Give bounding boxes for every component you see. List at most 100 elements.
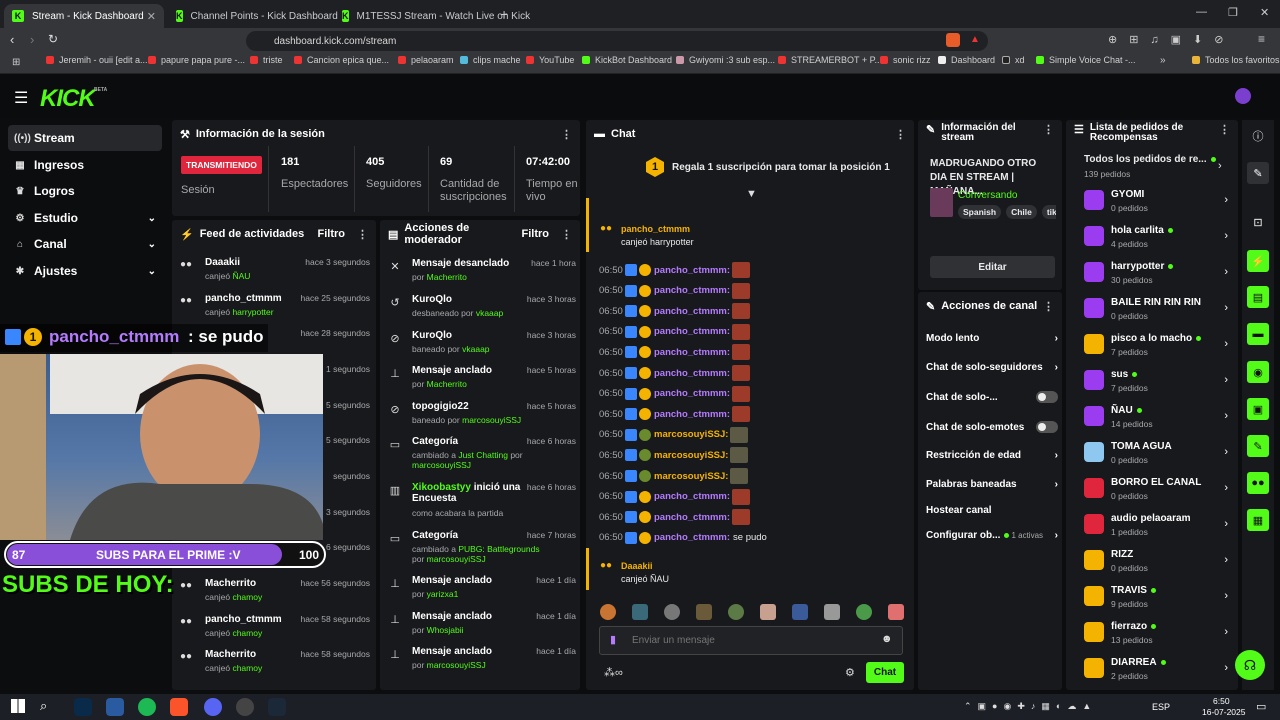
chat-username[interactable]: pancho_ctmmm: (654, 512, 730, 523)
info-icon[interactable]: ⓘ (1247, 125, 1269, 147)
bookmark-item[interactable]: KickBot Dashboard (582, 55, 672, 65)
chat-username[interactable]: pancho_ctmmm: (654, 368, 730, 379)
event-user[interactable]: pancho_ctmmm (621, 224, 690, 234)
emote-icon[interactable] (888, 604, 904, 620)
emote-icon[interactable] (728, 604, 744, 620)
host-channel-item[interactable]: Hostear canal (926, 505, 1058, 516)
more-bookmarks-icon[interactable]: » (1160, 55, 1166, 66)
app-icon[interactable] (106, 698, 124, 716)
bookmark-item[interactable]: xd (1002, 55, 1025, 65)
brave-shield-icon[interactable] (946, 33, 960, 47)
chevron-right-icon[interactable]: › (1218, 160, 1222, 172)
reward-item[interactable]: GYOMI 0 pedidos › (1084, 186, 1228, 222)
bookmark-item[interactable]: sonic rizz (880, 55, 931, 65)
event-user[interactable]: Daaakii (621, 561, 653, 571)
maximize-icon[interactable]: ❐ (1228, 6, 1238, 19)
chat-username[interactable]: pancho_ctmmm: (654, 285, 730, 296)
discord-icon[interactable] (204, 698, 222, 716)
chat-username[interactable]: marcosouyiSSJ: (654, 471, 728, 482)
chat-username[interactable]: pancho_ctmmm: (654, 388, 730, 399)
more-options-icon[interactable]: ⋮ (1043, 123, 1054, 136)
slow-mode-item[interactable]: Modo lento › (926, 333, 1058, 344)
send-chat-button[interactable]: Chat (866, 662, 904, 683)
sidebar-item-logros[interactable]: ♛ Logros (8, 178, 162, 204)
menu-icon[interactable]: ☰ (14, 88, 28, 108)
clapper-icon[interactable]: ▦ (1247, 509, 1269, 531)
reload-icon[interactable]: ↻ (48, 32, 58, 46)
notifications-icon[interactable]: ▭ (1256, 700, 1266, 713)
sidebar-item-ingresos[interactable]: ▦ Ingresos (8, 152, 162, 178)
bookmark-item[interactable]: Jeremih - ouii [edit a... (46, 55, 148, 65)
mic-icon[interactable]: ▮ (610, 633, 616, 646)
browser-menu-icon[interactable]: ≡ (1258, 32, 1265, 46)
url-input[interactable]: dashboard.kick.com/stream (246, 31, 988, 51)
photoshop-icon[interactable] (74, 698, 92, 716)
sidebar-item-stream[interactable]: ((•)) Stream (8, 125, 162, 151)
reward-item[interactable]: ÑAU 14 pedidos › (1084, 402, 1228, 438)
reward-item[interactable]: sus 7 pedidos › (1084, 366, 1228, 402)
emoji-icon[interactable]: ☻ (881, 633, 893, 645)
more-options-icon[interactable]: ⋮ (1043, 300, 1054, 313)
reward-item[interactable]: TOMA AGUA 0 pedidos › (1084, 438, 1228, 474)
sidebar-item-estudio[interactable]: ⚙ Estudio ⌄ (8, 205, 162, 231)
emote-icon[interactable] (824, 604, 840, 620)
reward-item[interactable]: RIZZ 0 pedidos › (1084, 546, 1228, 582)
chat-username[interactable]: marcosouyiSSJ: (654, 450, 728, 461)
reward-item[interactable]: harrypotter 30 pedidos › (1084, 258, 1228, 294)
minimize-icon[interactable]: — (1196, 6, 1207, 18)
brave-rewards-icon[interactable]: ▲ (970, 34, 980, 45)
bookmark-item[interactable]: Cancion epica que... (294, 55, 389, 65)
bookmark-item[interactable]: clips mache (460, 55, 521, 65)
new-tab-icon[interactable]: + (500, 6, 508, 22)
stream-info-icon[interactable]: ▣ (1247, 398, 1269, 420)
bookmark-item[interactable]: triste (250, 55, 283, 65)
chat-username[interactable]: pancho_ctmmm: (654, 491, 730, 502)
bookmark-item[interactable]: Simple Voice Chat -... (1036, 55, 1136, 65)
chat-username[interactable]: pancho_ctmmm: (654, 326, 730, 337)
clock-date[interactable]: 16-07-2025 (1202, 707, 1245, 717)
tab-stream-dashboard[interactable]: K Stream - Kick Dashboard ✕ (4, 4, 164, 28)
banned-words-item[interactable]: Palabras baneadas › (926, 479, 1058, 490)
close-window-icon[interactable]: ✕ (1260, 6, 1269, 19)
clock-time[interactable]: 6:50 (1213, 696, 1230, 706)
more-options-icon[interactable]: ⋮ (357, 228, 368, 241)
followers-only-item[interactable]: Chat de solo-seguidores › (926, 362, 1058, 373)
steam-icon[interactable] (268, 698, 286, 716)
bookmark-item[interactable]: STREAMERBOT + P... (778, 55, 882, 65)
emote-icon[interactable] (632, 604, 648, 620)
reward-item[interactable]: hola carlita 4 pedidos › (1084, 222, 1228, 258)
tab-watch-stream[interactable]: K M1TESSJ Stream - Watch Live on Kick (334, 4, 530, 28)
emote-icon[interactable] (600, 604, 616, 620)
chat-username[interactable]: pancho_ctmmm: (654, 532, 730, 543)
start-icon[interactable] (11, 699, 25, 713)
obs-icon[interactable] (236, 698, 254, 716)
tray-icons[interactable]: ⌃▣●◉✚♪▦◐☁▲ (964, 701, 1097, 712)
filter-button[interactable]: Filtro (318, 228, 346, 240)
all-favorites[interactable]: Todos los favoritos (1192, 55, 1280, 65)
emotes-only-item[interactable]: Chat de solo-emotes (926, 421, 1058, 433)
reward-item[interactable]: audio pelaoaram 1 pedidos › (1084, 510, 1228, 546)
chat-username[interactable]: pancho_ctmmm: (654, 347, 730, 358)
age-restriction-item[interactable]: Restricción de edad › (926, 450, 1058, 461)
chat-username[interactable]: pancho_ctmmm: (654, 409, 730, 420)
reward-item[interactable]: pisco a lo macho 7 pedidos › (1084, 330, 1228, 366)
emote-icon[interactable] (856, 604, 872, 620)
chat-username[interactable]: marcosouyiSSJ: (654, 429, 728, 440)
brave-icon[interactable] (170, 698, 188, 716)
more-options-icon[interactable]: ⋮ (561, 228, 572, 241)
points-icon[interactable]: ⁂∞ (604, 666, 623, 679)
bookmark-item[interactable]: Dashboard (938, 55, 995, 65)
gift-banner[interactable]: Regala 1 suscripción para tomar la posic… (672, 162, 890, 173)
bookmark-item[interactable]: YouTube (526, 55, 574, 65)
sidebar-item-ajustes[interactable]: ✱ Ajustes ⌄ (8, 258, 162, 284)
forward-icon[interactable]: › (30, 32, 34, 47)
toggle-switch[interactable] (1036, 421, 1058, 433)
chat-icon[interactable]: ▬ (1247, 323, 1269, 345)
bolt-icon[interactable]: ⚡ (1247, 250, 1269, 272)
mod-icon[interactable]: ▤ (1247, 286, 1269, 308)
more-options-icon[interactable]: ⋮ (1219, 123, 1230, 136)
tab-channel-points[interactable]: K Channel Points - Kick Dashboard (168, 4, 338, 28)
wrench-icon[interactable]: ✎ (1247, 435, 1269, 457)
support-headset-icon[interactable]: ☊ (1235, 650, 1265, 680)
collapse-icon[interactable]: ▼ (746, 188, 757, 200)
